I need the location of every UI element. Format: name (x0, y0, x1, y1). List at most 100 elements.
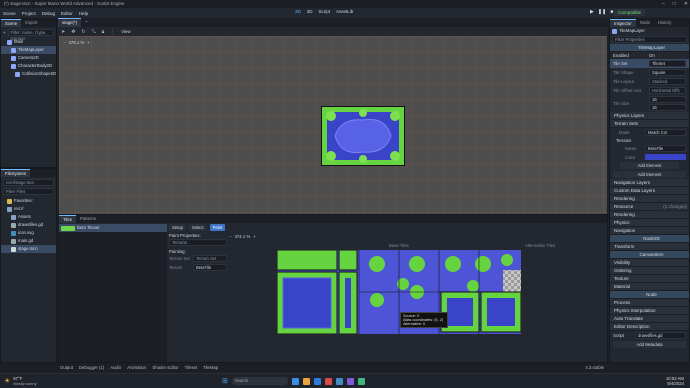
section-custom-data-layers[interactable]: Custom Data Layers (610, 187, 689, 195)
fs-file-selected[interactable]: stage.tscn (1, 245, 56, 253)
section-material[interactable]: Material (610, 283, 689, 291)
section-rendering[interactable]: Rendering (610, 195, 689, 203)
scene-tab-stage[interactable]: stage(*) (58, 18, 82, 27)
tab-inspector[interactable]: Inspector (610, 19, 636, 27)
minimize-button[interactable]: – (662, 0, 665, 8)
select-tool-button[interactable]: Select (188, 224, 207, 231)
mode-2d[interactable]: 2D (295, 9, 301, 14)
section-physics-interpolation[interactable]: Physics Interpolation (610, 307, 689, 315)
tab-filesystem[interactable]: FileSystem (1, 169, 31, 177)
scene-filter-input[interactable]: Filter: name, t:type, g:group (7, 29, 54, 41)
tile-size-y[interactable]: 16 (649, 104, 686, 111)
add-terrain-element-button[interactable]: Add Element (620, 162, 679, 169)
section-auto-translate[interactable]: Auto Translate (610, 315, 689, 323)
tileset-item[interactable]: Beta Tileset (59, 224, 167, 232)
stop-icon[interactable]: ■ (610, 9, 613, 15)
tab-tiles[interactable]: Tiles (59, 215, 76, 223)
tab-history[interactable]: History (654, 19, 675, 27)
tab-audio[interactable]: Audio (110, 365, 121, 370)
filesystem-path[interactable]: res://stage.tscn (3, 179, 54, 186)
play-icon[interactable]: ▶ (590, 9, 594, 15)
tree-node-main[interactable]: Main (1, 38, 56, 46)
pause-icon[interactable]: ❚❚ (598, 9, 606, 15)
tab-patterns[interactable]: Patterns (76, 215, 100, 223)
mode-assetlib[interactable]: AssetLib (336, 9, 353, 14)
grid-snap-icon[interactable]: ⋮ (110, 29, 115, 35)
app-icon[interactable] (357, 377, 365, 385)
folder-icon[interactable] (302, 377, 310, 385)
app-icon[interactable] (291, 377, 299, 385)
section-visibility[interactable]: Visibility (610, 259, 689, 267)
tree-node-camera2d[interactable]: Camera2D (1, 54, 56, 62)
tile-size-x[interactable]: 16 (649, 96, 686, 103)
section-editor-description[interactable]: Editor Description (610, 323, 689, 331)
section-terrain-sets[interactable]: Terrain Sets (610, 120, 689, 128)
mode-3d[interactable]: 3D (307, 9, 313, 14)
filesystem-filter-input[interactable]: Filter Files (3, 188, 54, 195)
tab-scene[interactable]: Scene (1, 19, 22, 27)
renderer-select[interactable]: Compatible (614, 9, 645, 16)
taskbar-search-input[interactable]: Search (231, 377, 288, 385)
tree-node-tilemaplayer[interactable]: TileMapLayer (1, 46, 56, 54)
fs-file[interactable]: icon.svg (1, 229, 56, 237)
add-terrain-set-element-button[interactable]: Add Element (613, 171, 686, 178)
windows-start-icon[interactable]: ⊞ (222, 377, 228, 385)
section-navigation[interactable]: Navigation (610, 227, 689, 235)
section-texture[interactable]: Texture (610, 275, 689, 283)
add-scene-tab-icon[interactable]: + (81, 18, 92, 27)
paint-tool-button[interactable]: Paint (209, 224, 226, 231)
mode-script[interactable]: Script (319, 9, 331, 14)
fs-assets[interactable]: Assets (1, 213, 56, 221)
weather-widget[interactable]: ☀ 67°F Mostly sunny (4, 376, 37, 386)
tree-node-characterbody2d[interactable]: CharacterBody2D (1, 62, 56, 70)
fs-file[interactable]: main.gd (1, 237, 56, 245)
menu-scene[interactable]: Scene (0, 11, 19, 16)
tab-debugger[interactable]: Debugger (1) (79, 365, 104, 370)
menu-project[interactable]: Project (19, 11, 39, 16)
zoom-level[interactable]: 479.1 % (69, 40, 85, 45)
move-tool-icon[interactable]: ✥ (71, 29, 75, 35)
rotate-tool-icon[interactable]: ↻ (81, 29, 85, 35)
tab-tileset[interactable]: Tileset (185, 365, 198, 370)
atlas-zoom-out-icon[interactable]: − (229, 234, 232, 239)
section-ordering[interactable]: Ordering (610, 267, 689, 275)
section-resource[interactable]: Resource (1 changes) (610, 203, 689, 211)
clock[interactable]: 10:52 AM 9/4/2024 (666, 376, 684, 386)
viewport-view-menu[interactable]: View (121, 29, 130, 34)
mode-select[interactable]: Match Cor (645, 129, 686, 136)
terrain-color-swatch[interactable] (645, 154, 686, 160)
tab-tilemap[interactable]: TileMap (203, 365, 218, 370)
app-icon[interactable] (324, 377, 332, 385)
section-rendering-2[interactable]: Rendering (610, 211, 689, 219)
lock-icon[interactable]: 🔒︎ (102, 29, 105, 35)
scale-tool-icon[interactable]: ⤡ (92, 29, 96, 35)
inspector-object-path[interactable]: TileMapLayer (610, 27, 689, 35)
section-navigation-layers[interactable]: Navigation Layers (610, 179, 689, 187)
menu-editor[interactable]: Editor (58, 11, 76, 16)
zoom-out-icon[interactable]: − (63, 40, 66, 45)
fs-favorites[interactable]: Favorites: (1, 197, 56, 205)
add-metadata-button[interactable]: Add Metadata (613, 341, 686, 348)
tileset-resource-picker[interactable]: TileSet (649, 60, 686, 67)
atlas-zoom-level[interactable]: 474.1 % (235, 234, 251, 239)
viewport-2d[interactable]: − 479.1 % + (59, 36, 607, 214)
tab-animation[interactable]: Animation (127, 365, 146, 370)
zoom-in-icon[interactable]: + (87, 40, 90, 45)
menu-help[interactable]: Help (76, 11, 91, 16)
close-button[interactable]: ✕ (684, 0, 688, 8)
section-process[interactable]: Process (610, 299, 689, 307)
godot-icon[interactable] (335, 377, 343, 385)
fs-root[interactable]: res:// (1, 205, 56, 213)
paint-properties-select[interactable]: Terrains (169, 239, 227, 246)
maximize-button[interactable]: □ (673, 0, 676, 8)
app-icon[interactable] (346, 377, 354, 385)
tile-offset-select[interactable]: Horizontal Offs (649, 87, 686, 94)
tab-shader-editor[interactable]: Shader Editor (152, 365, 178, 370)
tile-atlas-view[interactable] (276, 249, 522, 335)
menu-debug[interactable]: Debug (39, 11, 58, 16)
section-physics-layers[interactable]: Physics Layers (610, 112, 689, 120)
terrain-name-input[interactable]: BetaTile (645, 145, 686, 152)
tab-import[interactable]: Import (21, 19, 41, 27)
script-resource-picker[interactable]: drawsfiles.gd (635, 332, 686, 339)
setup-tool-button[interactable]: Setup (169, 224, 186, 231)
